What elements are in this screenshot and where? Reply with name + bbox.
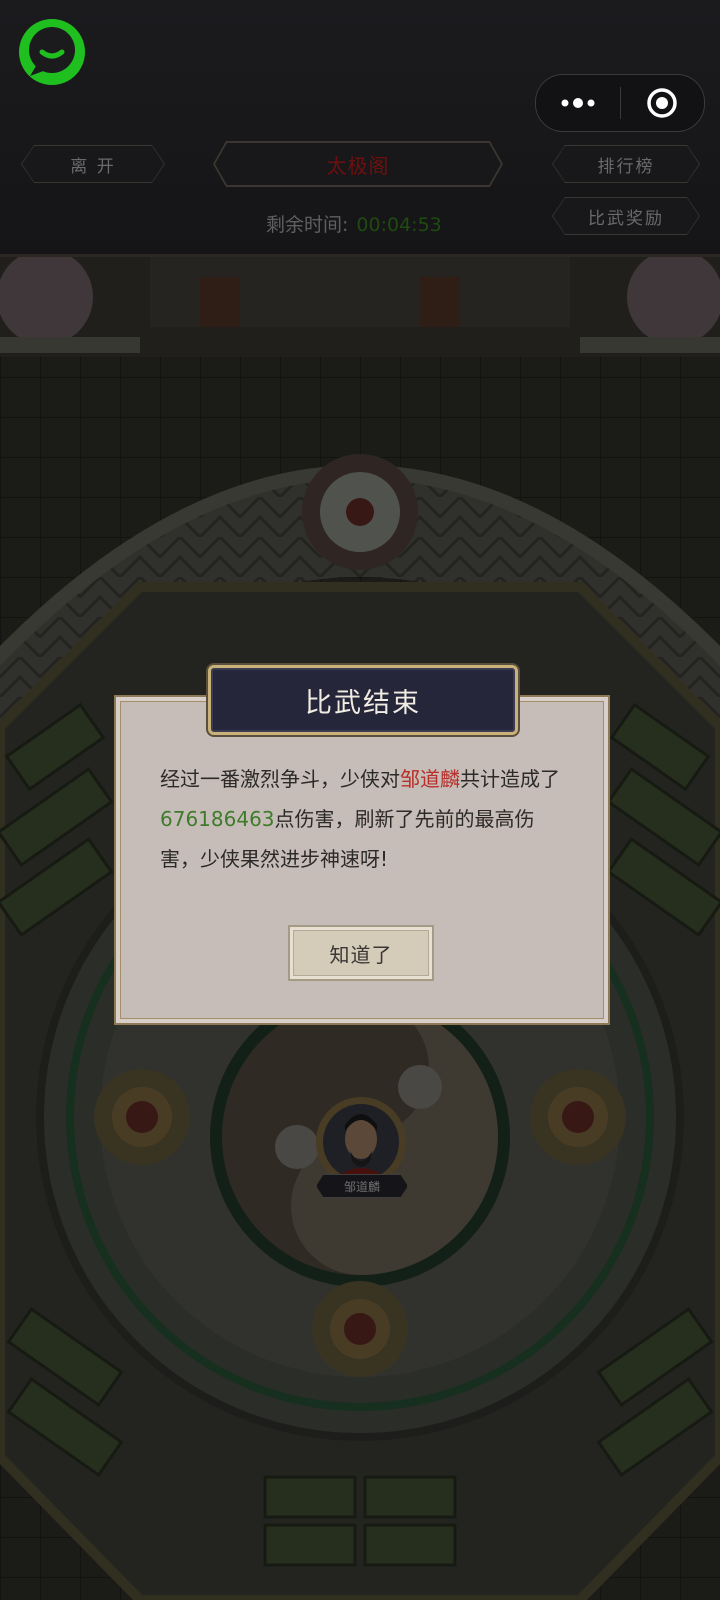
reward-button[interactable]: 比武奖励 xyxy=(553,198,699,234)
arena-title: 太极阁 xyxy=(326,153,390,178)
message-damage-value: 676186463 xyxy=(160,807,275,831)
target-close-icon[interactable] xyxy=(621,75,705,131)
game-screen: 离 开 太极阁 排行榜 比武奖励 剩余时间: 00:04:53 邹道麟 比武结束… xyxy=(0,0,720,1600)
confirm-button[interactable]: 知道了 xyxy=(288,925,434,981)
mini-program-capsule xyxy=(535,74,705,132)
reward-button-label: 比武奖励 xyxy=(588,208,664,229)
arena-title-banner: 太极阁 xyxy=(215,143,501,185)
message-part-2: 共计造成了 xyxy=(460,767,560,791)
chat-bubble-icon[interactable] xyxy=(16,16,88,88)
leave-button-label: 离 开 xyxy=(70,156,116,177)
remaining-time: 剩余时间: 00:04:53 xyxy=(266,210,442,237)
dialog-message: 经过一番激烈争斗，少侠对邹道麟共计造成了676186463点伤害，刷新了先前的最… xyxy=(160,759,570,879)
top-hud: 离 开 太极阁 排行榜 比武奖励 剩余时间: 00:04:53 xyxy=(0,0,720,257)
dialog-title: 比武结束 xyxy=(305,687,421,719)
leave-button[interactable]: 离 开 xyxy=(22,146,164,182)
message-opponent-name: 邹道麟 xyxy=(400,767,460,791)
message-part-1: 经过一番激烈争斗，少侠对 xyxy=(160,767,400,791)
dialog-title-banner: 比武结束 xyxy=(208,665,518,735)
ranking-button[interactable]: 排行榜 xyxy=(553,146,699,182)
more-dots-icon[interactable] xyxy=(536,75,620,131)
confirm-button-label: 知道了 xyxy=(329,942,393,967)
ranking-button-label: 排行榜 xyxy=(597,156,655,177)
result-dialog: 经过一番激烈争斗，少侠对邹道麟共计造成了676186463点伤害，刷新了先前的最… xyxy=(114,695,610,1025)
remaining-time-value: 00:04:53 xyxy=(356,214,442,236)
remaining-time-label: 剩余时间: xyxy=(266,214,349,236)
